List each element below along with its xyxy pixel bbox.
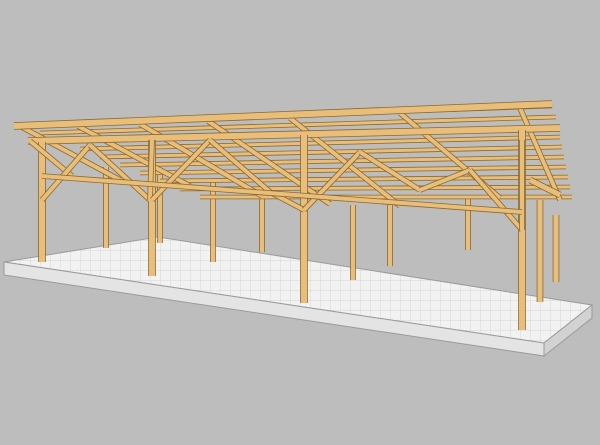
truss-brace (147, 139, 155, 201)
background (0, 0, 600, 445)
timber-frame-shelter-render (0, 0, 600, 445)
